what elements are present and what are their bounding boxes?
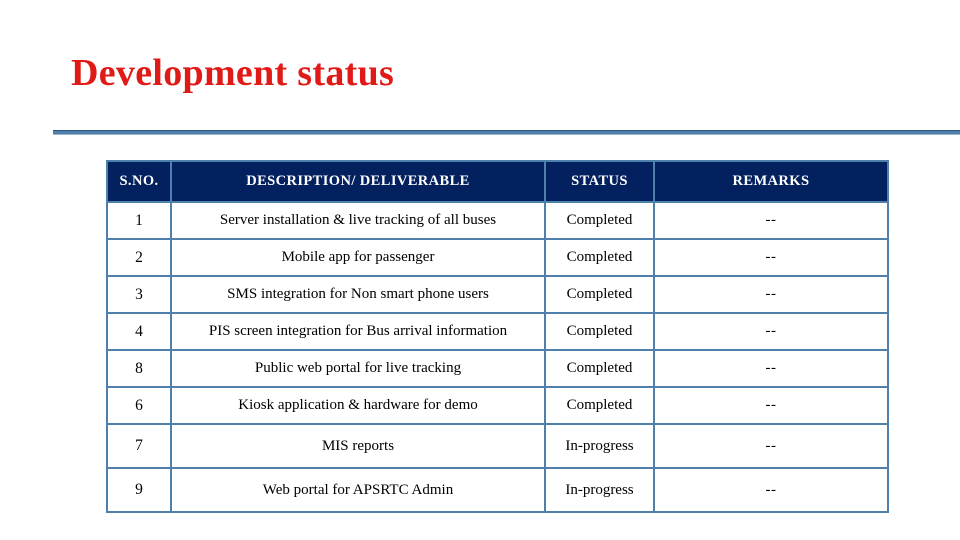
cell-description: SMS integration for Non smart phone user… bbox=[170, 275, 546, 314]
cell-status: Completed bbox=[544, 386, 655, 425]
cell-remarks: -- bbox=[653, 467, 889, 513]
cell-status: In-progress bbox=[544, 423, 655, 469]
table-row: 9 Web portal for APSRTC Admin In-progress -… bbox=[106, 467, 889, 513]
column-header-description: DESCRIPTION/ DELIVERABLE bbox=[170, 160, 546, 203]
cell-status: Completed bbox=[544, 238, 655, 277]
table-row: 3 SMS integration for Non smart phone use… bbox=[106, 275, 889, 314]
cell-serial-number: 2 bbox=[106, 238, 172, 277]
title-divider bbox=[53, 130, 960, 135]
table-header: S.NO. DESCRIPTION/ DELIVERABLE STATUS RE… bbox=[106, 160, 889, 203]
cell-remarks: -- bbox=[653, 386, 889, 425]
cell-remarks: -- bbox=[653, 275, 889, 314]
cell-remarks: -- bbox=[653, 312, 889, 351]
table-row: 7 MIS reports In-progress -- bbox=[106, 423, 889, 469]
table-row: 8 Public web portal for live tracking Comp… bbox=[106, 349, 889, 388]
table-row: 1 Server installation & live tracking of … bbox=[106, 201, 889, 240]
cell-serial-number: 6 bbox=[106, 386, 172, 425]
development-status-table-container: S.NO. DESCRIPTION/ DELIVERABLE STATUS RE… bbox=[106, 160, 889, 513]
cell-serial-number: 9 bbox=[106, 467, 172, 513]
cell-status: Completed bbox=[544, 201, 655, 240]
cell-description: Server installation & live tracking of a… bbox=[170, 201, 546, 240]
table-row: 6 Kiosk application & hardware for demo Co… bbox=[106, 386, 889, 425]
cell-serial-number: 4 bbox=[106, 312, 172, 351]
development-status-table: S.NO. DESCRIPTION/ DELIVERABLE STATUS RE… bbox=[106, 160, 889, 513]
cell-remarks: -- bbox=[653, 201, 889, 240]
page-title: Development status bbox=[71, 52, 395, 94]
cell-status: Completed bbox=[544, 312, 655, 351]
cell-description: Web portal for APSRTC Admin bbox=[170, 467, 546, 513]
table-body: 1 Server installation & live tracking of … bbox=[106, 201, 889, 513]
cell-status: Completed bbox=[544, 349, 655, 388]
table-header-row: S.NO. DESCRIPTION/ DELIVERABLE STATUS RE… bbox=[106, 160, 889, 203]
column-header-status: STATUS bbox=[544, 160, 655, 203]
cell-serial-number: 7 bbox=[106, 423, 172, 469]
cell-remarks: -- bbox=[653, 423, 889, 469]
cell-status: Completed bbox=[544, 275, 655, 314]
cell-serial-number: 8 bbox=[106, 349, 172, 388]
column-header-remarks: REMARKS bbox=[653, 160, 889, 203]
cell-description: MIS reports bbox=[170, 423, 546, 469]
cell-description: Mobile app for passenger bbox=[170, 238, 546, 277]
table-row: 2 Mobile app for passenger Completed -- bbox=[106, 238, 889, 277]
column-header-sno: S.NO. bbox=[106, 160, 172, 203]
cell-description: PIS screen integration for Bus arrival i… bbox=[170, 312, 546, 351]
cell-serial-number: 1 bbox=[106, 201, 172, 240]
cell-serial-number: 3 bbox=[106, 275, 172, 314]
cell-description: Public web portal for live tracking bbox=[170, 349, 546, 388]
cell-status: In-progress bbox=[544, 467, 655, 513]
slide-canvas: Development status S.NO. DESCRIPTION/ DE… bbox=[0, 0, 960, 540]
cell-remarks: -- bbox=[653, 349, 889, 388]
table-row: 4 PIS screen integration for Bus arrival … bbox=[106, 312, 889, 351]
cell-remarks: -- bbox=[653, 238, 889, 277]
cell-description: Kiosk application & hardware for demo bbox=[170, 386, 546, 425]
